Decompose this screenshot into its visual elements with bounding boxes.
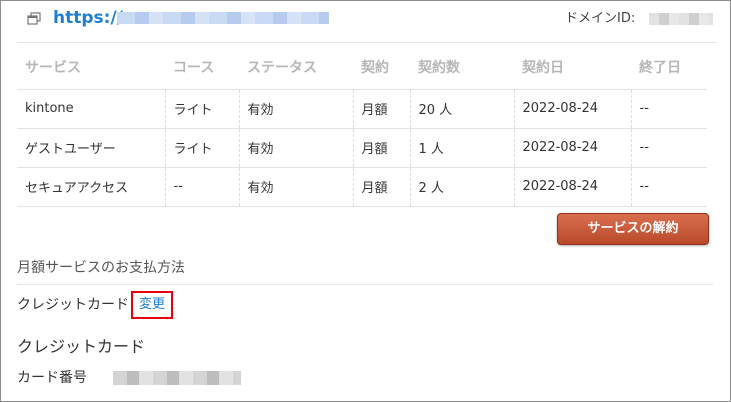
cell-end-date: -- xyxy=(630,128,707,168)
redacted-card-number xyxy=(113,371,241,385)
cancel-service-button[interactable]: サービスの解約 xyxy=(557,213,709,245)
table-row: セキュアアクセス -- 有効 月額 2 人 2022-08-24 -- xyxy=(17,167,707,207)
payment-section-title: 月額サービスのお支払方法 xyxy=(17,257,713,285)
cell-service: ゲストユーザー xyxy=(17,128,165,168)
services-table: サービス コース ステータス 契約 契約数 契約日 終了日 kintone ライ… xyxy=(17,46,707,207)
cell-count: 20 人 xyxy=(409,89,514,129)
column-header-course: コース xyxy=(165,46,239,90)
column-header-status: ステータス xyxy=(239,46,353,90)
column-header-contract: 契約 xyxy=(353,46,410,90)
cell-course: ライト xyxy=(164,128,239,168)
cell-start-date: 2022-08-24 xyxy=(513,167,631,207)
domain-header: https:// ドメインID: xyxy=(17,1,717,43)
cell-course: -- xyxy=(164,167,239,207)
column-header-start-date: 契約日 xyxy=(514,46,631,90)
cell-contract: 月額 xyxy=(352,167,410,207)
table-row: ゲストユーザー ライト 有効 月額 1 人 2022-08-24 -- xyxy=(17,128,707,168)
payment-method-label: クレジットカード xyxy=(17,297,129,313)
cell-count: 1 人 xyxy=(409,128,514,168)
table-header-row: サービス コース ステータス 契約 契約数 契約日 終了日 xyxy=(17,46,707,90)
domain-id-label: ドメインID: xyxy=(565,11,636,26)
column-header-service: サービス xyxy=(17,46,165,90)
cell-status: 有効 xyxy=(238,128,353,168)
redacted-url xyxy=(117,12,329,24)
table-row: kintone ライト 有効 月額 20 人 2022-08-24 -- xyxy=(17,89,707,129)
column-header-end-date: 終了日 xyxy=(631,46,707,90)
cell-status: 有効 xyxy=(238,89,353,129)
window-icon xyxy=(27,12,41,25)
cell-status: 有効 xyxy=(238,167,353,207)
column-header-count: 契約数 xyxy=(410,46,514,90)
cell-contract: 月額 xyxy=(352,89,410,129)
cell-service: kintone xyxy=(17,89,165,129)
card-number-label: カード番号 xyxy=(17,370,87,386)
credit-card-heading: クレジットカード xyxy=(17,337,146,356)
cell-contract: 月額 xyxy=(352,128,410,168)
cell-start-date: 2022-08-24 xyxy=(513,128,631,168)
cell-count: 2 人 xyxy=(409,167,514,207)
window-frame: https:// ドメインID: サービス コース ステータス 契約 契約数 契… xyxy=(0,0,731,402)
change-payment-link[interactable]: 変更 xyxy=(131,291,173,319)
cell-end-date: -- xyxy=(630,89,707,129)
redacted-domain-id xyxy=(649,13,713,25)
cell-course: ライト xyxy=(164,89,239,129)
domain-url[interactable]: https:// xyxy=(53,6,123,30)
cell-service: セキュアアクセス xyxy=(17,167,165,207)
cell-end-date: -- xyxy=(630,167,707,207)
cell-start-date: 2022-08-24 xyxy=(513,89,631,129)
